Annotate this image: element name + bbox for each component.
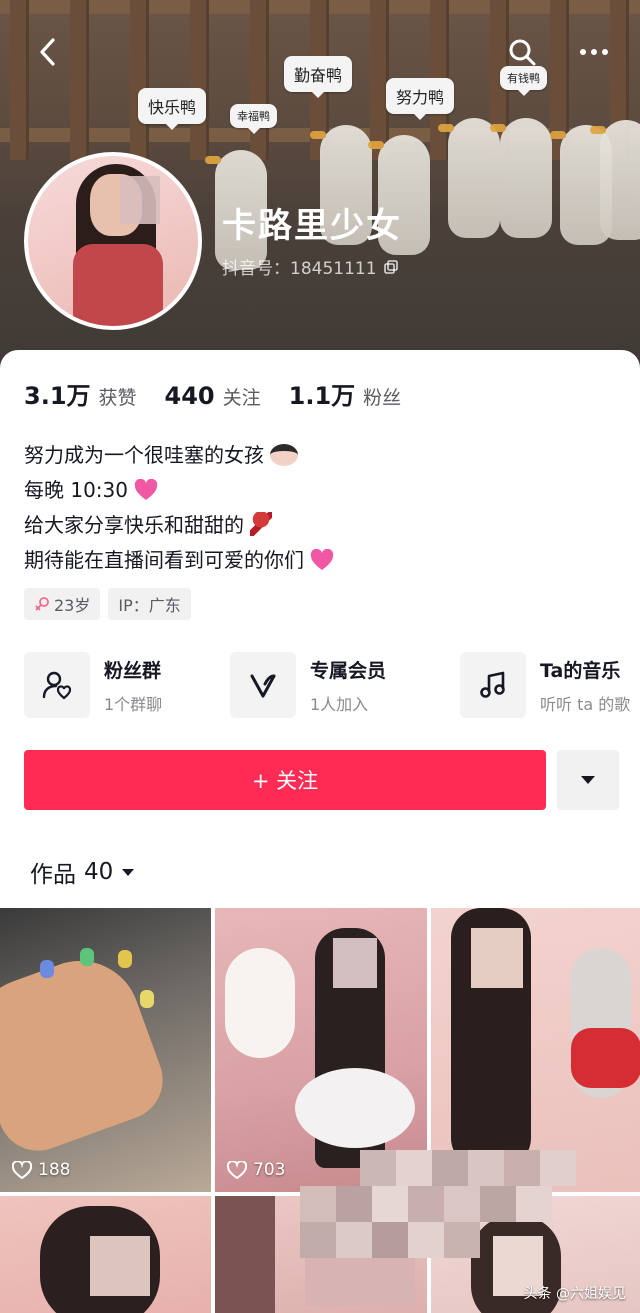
feature-row: 粉丝群 1个群聊 专属会员 1人加入 Ta的音乐听听 ta 的歌 xyxy=(24,650,640,720)
fan-group-icon xyxy=(42,671,72,700)
banner-tag: 幸福鸭 xyxy=(230,104,277,134)
search-icon xyxy=(509,39,536,66)
feature-subtitle: 1人加入 xyxy=(310,694,369,714)
mosaic-block xyxy=(480,1186,516,1222)
works-count: 40 xyxy=(84,859,114,885)
age-tag: 23岁 xyxy=(24,588,101,620)
bio-line: 每晚 10:30 xyxy=(24,478,128,502)
chevron-left-icon xyxy=(40,38,55,66)
mosaic-block xyxy=(336,1222,372,1258)
works-label: 作品 xyxy=(30,862,76,888)
douyin-id[interactable]: 抖音号：18451111 xyxy=(222,254,399,279)
mosaic-block xyxy=(300,1186,336,1222)
douyin-id-text: 抖音号：18451111 xyxy=(222,259,377,279)
ta-music-entry[interactable]: Ta的音乐听听 ta 的歌 xyxy=(460,650,630,720)
mosaic-block xyxy=(516,1186,552,1222)
video-likes: 188 xyxy=(12,1160,70,1180)
mosaic-block xyxy=(432,1150,468,1186)
stat-followers[interactable]: 1.1万 粉丝 xyxy=(289,376,402,411)
follow-button[interactable]: + 关注 xyxy=(24,750,546,810)
pink-heart-icon xyxy=(311,548,334,570)
heart-outline-icon xyxy=(12,1161,32,1179)
triangle-down-icon xyxy=(122,868,135,876)
recommend-dropdown-button[interactable] xyxy=(557,750,619,810)
video-likes: 703 xyxy=(227,1160,285,1180)
more-dots-icon xyxy=(580,49,608,55)
ip-location-tag: IP：广东 xyxy=(108,588,191,620)
video-thumbnail[interactable]: 188 xyxy=(0,908,211,1192)
dancer-emoji-icon xyxy=(250,512,273,536)
mosaic-block xyxy=(372,1186,408,1222)
feature-title: Ta的音乐 xyxy=(540,659,621,682)
copy-icon xyxy=(383,259,398,274)
triangle-down-icon xyxy=(581,776,595,784)
pink-heart-icon xyxy=(135,478,158,500)
bio-line: 期待能在直播间看到可爱的你们 xyxy=(24,548,304,572)
female-symbol-icon xyxy=(35,597,49,611)
feature-subtitle: 1个群聊 xyxy=(104,694,163,714)
profile-nickname: 卡路里少女 xyxy=(222,206,402,246)
mosaic-block xyxy=(408,1222,444,1258)
watermark: 头条 @六姐娱见 xyxy=(523,1286,626,1302)
mosaic-block xyxy=(444,1186,480,1222)
mosaic-block xyxy=(408,1186,444,1222)
mosaic-block xyxy=(336,1186,372,1222)
bio-line: 努力成为一个很哇塞的女孩 xyxy=(24,443,264,467)
profile-bio: 努力成为一个很哇塞的女孩 每晚 10:30 给大家分享快乐和甜甜的 期待能在直播… xyxy=(24,438,334,578)
stat-likes[interactable]: 3.1万 获赞 xyxy=(24,376,137,411)
more-button[interactable] xyxy=(572,30,616,74)
mosaic-block xyxy=(468,1150,504,1186)
banner-tag: 勤奋鸭 xyxy=(284,56,353,98)
profile-card: 3.1万 获赞 440 关注 1.1万 粉丝 努力成为一个很哇塞的女孩 每晚 10:3… xyxy=(0,350,640,910)
vip-icon xyxy=(250,674,276,698)
vip-member-entry[interactable]: 专属会员 1人加入 xyxy=(230,650,386,720)
mosaic-block xyxy=(300,1222,336,1258)
mosaic-block xyxy=(360,1150,396,1186)
banner-tag: 快乐鸭 xyxy=(138,88,207,130)
music-note-icon xyxy=(480,671,505,698)
feature-subtitle: 听听 ta 的歌 xyxy=(540,694,631,714)
bio-line: 给大家分享快乐和甜甜的 xyxy=(24,513,244,537)
mosaic-block xyxy=(396,1150,432,1186)
fan-group-entry[interactable]: 粉丝群 1个群聊 xyxy=(24,650,162,720)
stats-row: 3.1万 获赞 440 关注 1.1万 粉丝 xyxy=(24,376,401,411)
profile-tags: 23岁 IP：广东 xyxy=(24,588,191,620)
stat-following[interactable]: 440 关注 xyxy=(165,382,261,410)
mosaic-block xyxy=(372,1222,408,1258)
mosaic-block xyxy=(504,1150,540,1186)
video-thumbnail[interactable] xyxy=(0,1196,211,1313)
feature-title: 粉丝群 xyxy=(104,659,162,682)
banner-tag: 努力鸭 xyxy=(386,78,455,120)
mosaic-block xyxy=(444,1222,480,1258)
feature-title: 专属会员 xyxy=(310,659,387,682)
search-button[interactable] xyxy=(500,30,544,74)
back-button[interactable] xyxy=(26,30,70,74)
avatar[interactable] xyxy=(24,152,202,330)
girl-emoji-icon xyxy=(270,444,299,466)
works-tab[interactable]: 作品 40 xyxy=(30,855,135,889)
heart-outline-icon xyxy=(227,1161,247,1179)
mosaic-block xyxy=(540,1150,576,1186)
